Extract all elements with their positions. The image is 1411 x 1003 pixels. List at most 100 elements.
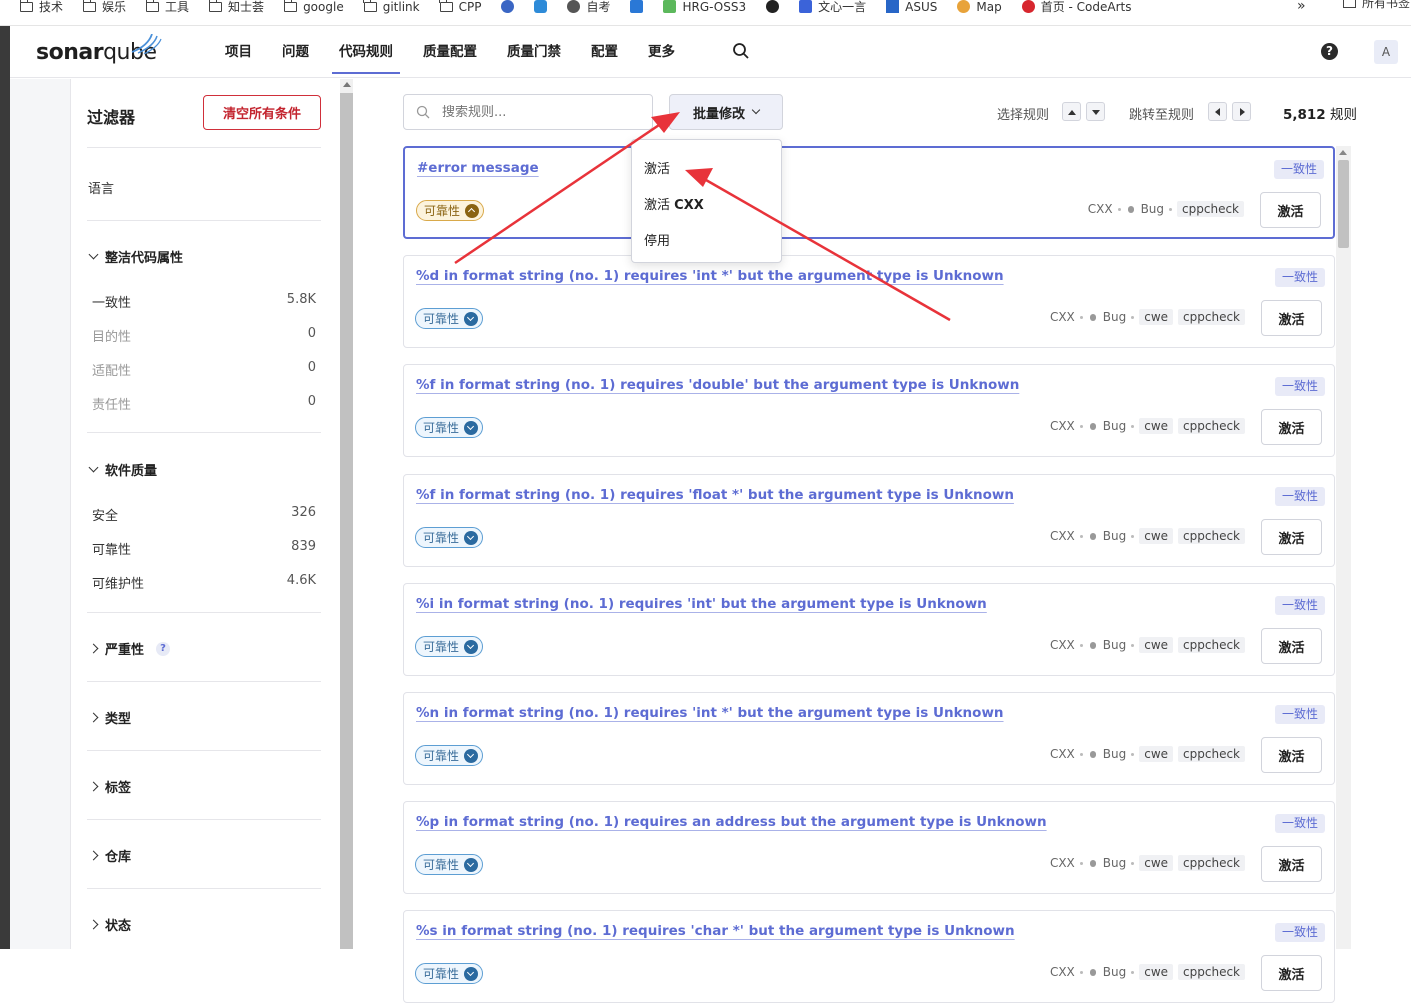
bookmark-tech[interactable]: 技术 <box>19 0 63 15</box>
rule-card[interactable]: #error message 可靠性 一致性 CXX Bug cppcheck … <box>403 146 1335 239</box>
activate-button[interactable]: 激活 <box>1261 519 1322 555</box>
nav-rules[interactable]: 代码规则 <box>324 24 408 76</box>
rule-card[interactable]: %p in format string (no. 1) requires an … <box>403 801 1335 894</box>
bookmark-zhishi[interactable]: 知士荟 <box>208 0 264 15</box>
bookmark-site-a[interactable] <box>501 0 515 13</box>
bookmarks-more-button[interactable]: » <box>1297 0 1306 14</box>
menu-item-activate-cxx[interactable]: 激活 CXX <box>644 194 704 213</box>
facet-item-security[interactable]: 安全 326 <box>92 505 316 524</box>
rule-tag[interactable]: cwe <box>1139 746 1174 762</box>
previous-rule-button[interactable] <box>1062 102 1081 121</box>
facet-clean-code-header[interactable]: 整洁代码属性 <box>88 247 183 266</box>
rule-tag[interactable]: cppcheck <box>1178 637 1245 653</box>
bookmark-cpp[interactable]: CPP <box>439 0 481 14</box>
facet-type-header[interactable]: 类型 <box>88 708 131 727</box>
quality-badge[interactable]: 可靠性 <box>416 200 485 221</box>
rule-tag[interactable]: cwe <box>1139 309 1174 325</box>
rule-title-link[interactable]: %p in format string (no. 1) requires an … <box>416 814 1047 830</box>
facet-item-adaptable[interactable]: 适配性 0 <box>92 360 316 379</box>
bookmark-tools[interactable]: 工具 <box>145 0 189 15</box>
bookmark-yiyan[interactable]: 文心一言 <box>799 0 866 15</box>
rule-tag[interactable]: cwe <box>1139 418 1174 434</box>
facet-item-maintainability[interactable]: 可维护性 4.6K <box>92 573 316 592</box>
rule-tag[interactable]: cppcheck <box>1177 201 1244 217</box>
jump-forward-button[interactable] <box>1232 102 1251 121</box>
search-input[interactable] <box>442 104 632 120</box>
quality-badge[interactable]: 可靠性 <box>415 854 484 875</box>
rule-title-link[interactable]: %s in format string (no. 1) requires 'ch… <box>416 923 1015 939</box>
rule-tag[interactable]: cwe <box>1139 637 1174 653</box>
rule-title-link[interactable]: %f in format string (no. 1) requires 'fl… <box>416 487 1014 503</box>
facet-tags-header[interactable]: 标签 <box>88 777 131 796</box>
rule-tag[interactable]: cppcheck <box>1178 855 1245 871</box>
rule-tag[interactable]: cppcheck <box>1178 309 1245 325</box>
activate-button[interactable]: 激活 <box>1261 300 1322 336</box>
activate-button[interactable]: 激活 <box>1260 192 1321 228</box>
nav-administration[interactable]: 配置 <box>576 24 633 76</box>
activate-button[interactable]: 激活 <box>1261 737 1322 773</box>
bookmark-asus[interactable]: ASUS <box>886 0 937 14</box>
bookmark-gitlink[interactable]: gitlink <box>363 0 420 14</box>
bookmark-hrg[interactable]: HRG-OSS3 <box>663 0 746 14</box>
help-icon[interactable]: ? <box>156 641 171 656</box>
rule-title-link[interactable]: #error message <box>417 160 539 176</box>
activate-button[interactable]: 激活 <box>1261 409 1322 445</box>
facet-repository-header[interactable]: 仓库 <box>88 846 131 865</box>
activate-button[interactable]: 激活 <box>1261 955 1322 991</box>
nav-issues[interactable]: 问题 <box>267 24 324 76</box>
bookmark-codearts[interactable]: 首页 - CodeArts <box>1021 0 1131 15</box>
rule-card[interactable]: %i in format string (no. 1) requires 'in… <box>403 583 1335 676</box>
rule-card[interactable]: %s in format string (no. 1) requires 'ch… <box>403 910 1335 1003</box>
help-icon[interactable]: ? <box>1321 43 1338 60</box>
search-icon[interactable] <box>732 42 750 60</box>
rule-tag[interactable]: cwe <box>1139 855 1174 871</box>
rule-title-link[interactable]: %d in format string (no. 1) requires 'in… <box>416 268 1004 284</box>
rules-scrollbar[interactable] <box>1336 146 1351 949</box>
menu-item-activate[interactable]: 激活 <box>644 158 670 177</box>
facet-status-header[interactable]: 状态 <box>88 915 131 934</box>
nav-projects[interactable]: 项目 <box>210 24 267 76</box>
rule-tag[interactable]: cppcheck <box>1178 418 1245 434</box>
facet-software-quality-header[interactable]: 软件质量 <box>88 460 157 479</box>
facet-item-responsible[interactable]: 责任性 0 <box>92 394 316 413</box>
rule-tag[interactable]: cppcheck <box>1178 964 1245 980</box>
rule-card[interactable]: %f in format string (no. 1) requires 'do… <box>403 364 1335 457</box>
facet-language[interactable]: 语言 <box>88 178 114 197</box>
quality-badge[interactable]: 可靠性 <box>415 527 484 548</box>
jump-back-button[interactable] <box>1208 102 1227 121</box>
quality-badge[interactable]: 可靠性 <box>415 308 484 329</box>
rule-title-link[interactable]: %n in format string (no. 1) requires 'in… <box>416 705 1004 721</box>
bookmark-site-c[interactable] <box>630 0 644 13</box>
rule-tag[interactable]: cppcheck <box>1178 528 1245 544</box>
quality-badge[interactable]: 可靠性 <box>415 963 484 984</box>
next-rule-button[interactable] <box>1086 102 1105 121</box>
activate-button[interactable]: 激活 <box>1261 846 1322 882</box>
all-bookmarks[interactable]: 所有书签 <box>1343 0 1410 11</box>
rule-title-link[interactable]: %i in format string (no. 1) requires 'in… <box>416 596 987 612</box>
facet-item-reliability[interactable]: 可靠性 839 <box>92 539 316 558</box>
quality-badge[interactable]: 可靠性 <box>415 636 484 657</box>
rule-card[interactable]: %n in format string (no. 1) requires 'in… <box>403 692 1335 785</box>
clear-all-filters-button[interactable]: 清空所有条件 <box>203 95 321 130</box>
nav-quality-gates[interactable]: 质量门禁 <box>492 24 576 76</box>
bookmark-github[interactable] <box>766 0 780 13</box>
quality-badge[interactable]: 可靠性 <box>415 745 484 766</box>
bookmark-ent[interactable]: 娱乐 <box>82 0 126 15</box>
rule-card[interactable]: %f in format string (no. 1) requires 'fl… <box>403 474 1335 567</box>
search-rules-field[interactable] <box>403 94 653 130</box>
facet-item-consistency[interactable]: 一致性 5.8K <box>92 292 316 311</box>
bookmark-map[interactable]: Map <box>957 0 1002 14</box>
facet-severity-header[interactable]: 严重性? <box>88 639 171 658</box>
scroll-up-icon[interactable] <box>1339 150 1347 155</box>
nav-quality-profiles[interactable]: 质量配置 <box>408 24 492 76</box>
menu-item-deactivate[interactable]: 停用 <box>644 230 670 249</box>
facet-item-intentional[interactable]: 目的性 0 <box>92 326 316 345</box>
bookmark-zikao[interactable]: 自考 <box>567 0 610 15</box>
rule-tag[interactable]: cwe <box>1139 964 1174 980</box>
rule-tag[interactable]: cppcheck <box>1178 746 1245 762</box>
nav-more[interactable]: 更多 <box>633 24 690 76</box>
rule-tag[interactable]: cwe <box>1139 528 1174 544</box>
bookmark-google[interactable]: google <box>283 0 344 14</box>
scroll-thumb[interactable] <box>1338 160 1349 248</box>
bookmark-site-b[interactable] <box>534 0 548 13</box>
